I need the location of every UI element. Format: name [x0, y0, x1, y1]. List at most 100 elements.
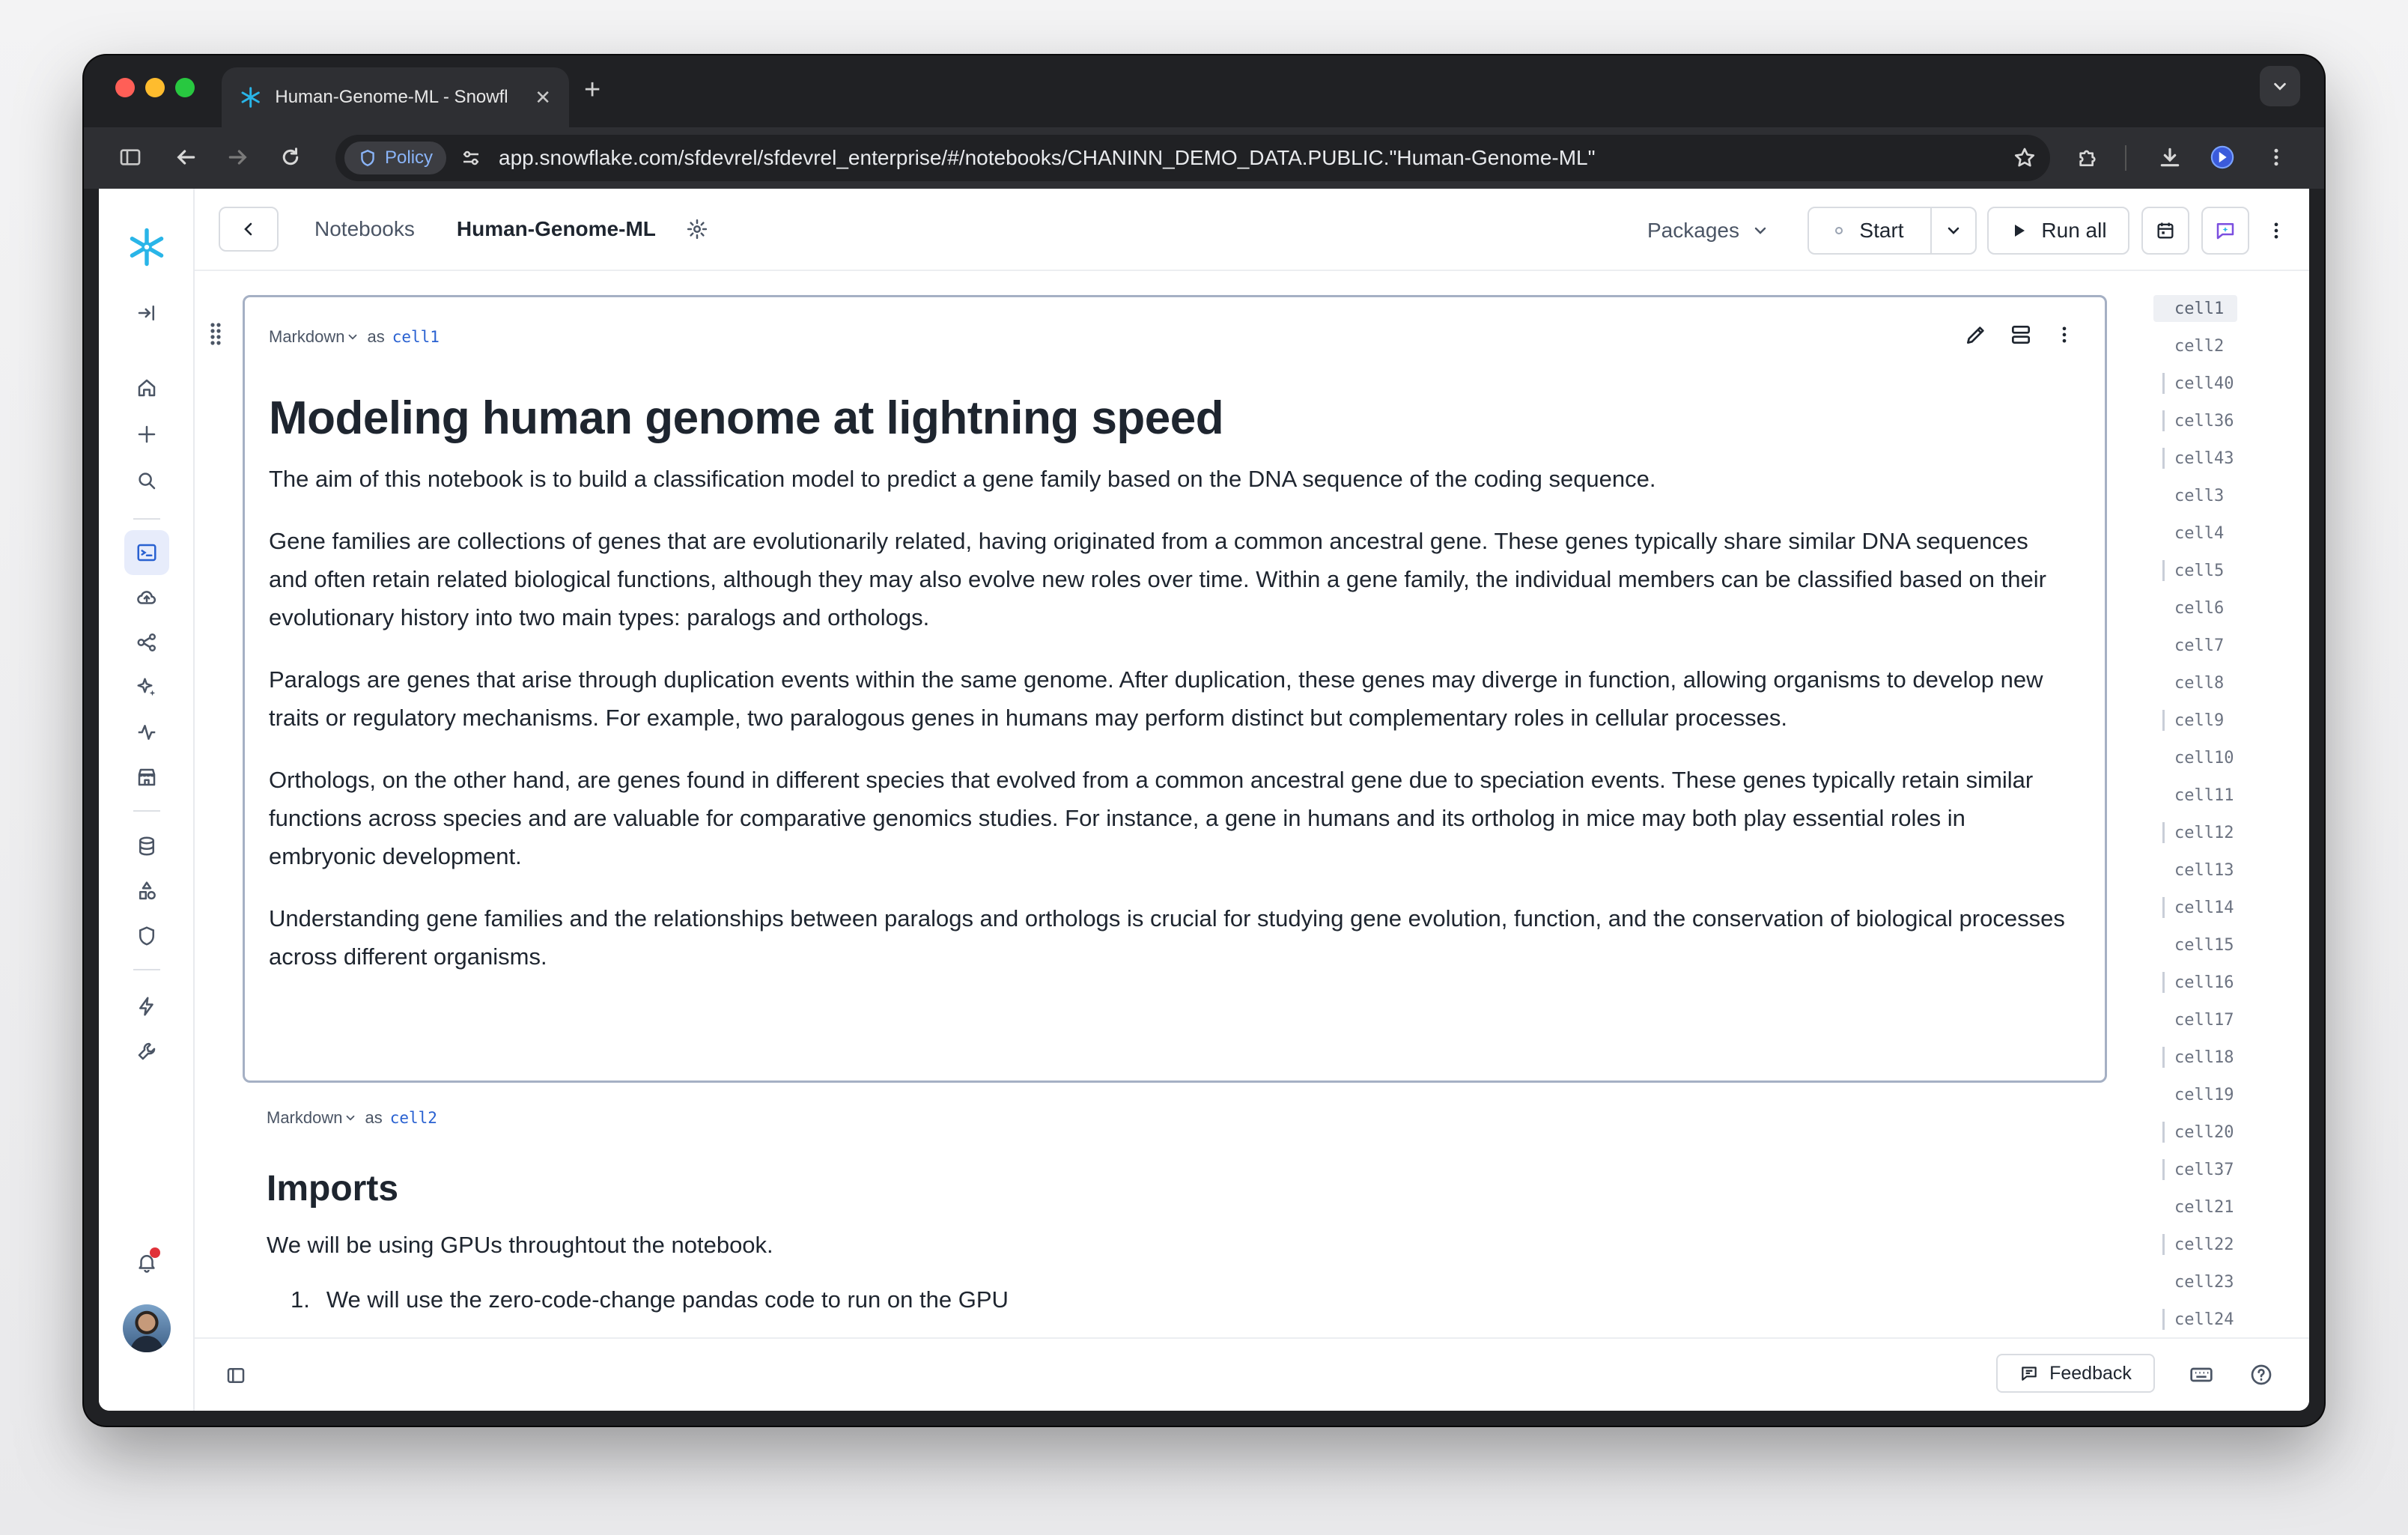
- nav-cortex[interactable]: [124, 665, 169, 710]
- packages-dropdown[interactable]: Packages: [1647, 210, 1769, 252]
- downloads-button[interactable]: [2153, 141, 2186, 174]
- nav-projects[interactable]: [124, 530, 169, 575]
- browser-menu-button[interactable]: [2260, 141, 2293, 174]
- outline-item-cell10[interactable]: cell10: [2153, 744, 2234, 771]
- cell-type-dropdown[interactable]: Markdown: [267, 1108, 342, 1128]
- plus-icon: [138, 425, 156, 443]
- nav-search[interactable]: [124, 458, 169, 503]
- markdown-cell[interactable]: Markdown as cell1 Modeling human genome …: [243, 295, 2107, 1083]
- cell-type-dropdown[interactable]: Markdown: [269, 327, 344, 347]
- outline-item-cell40[interactable]: cell40: [2153, 370, 2234, 397]
- outline-item-cell7[interactable]: cell7: [2153, 632, 2224, 659]
- nav-create[interactable]: [124, 412, 169, 457]
- expand-nav-button[interactable]: [124, 291, 169, 335]
- breadcrumb-notebooks[interactable]: Notebooks: [314, 217, 415, 241]
- back-to-notebooks-button[interactable]: [219, 207, 279, 252]
- help-icon[interactable]: [2249, 1363, 2273, 1387]
- outline-item-cell23[interactable]: cell23: [2153, 1268, 2234, 1295]
- outline-item-cell37[interactable]: cell37: [2153, 1156, 2234, 1183]
- nav-compute[interactable]: [124, 984, 169, 1029]
- start-button[interactable]: Start: [1807, 207, 1932, 255]
- outline-item-cell11[interactable]: cell11: [2153, 782, 2234, 809]
- address-bar[interactable]: Policy app.snowflake.com/sfdevrel/sfdevr…: [335, 135, 2050, 181]
- forward-button[interactable]: [222, 141, 255, 174]
- outline-item-cell19[interactable]: cell19: [2153, 1081, 2234, 1108]
- panel-toggle-icon[interactable]: [225, 1364, 247, 1387]
- nav-home[interactable]: [124, 365, 169, 410]
- nav-ai-ml[interactable]: [124, 620, 169, 665]
- shapes-icon: [139, 881, 156, 900]
- nav-data-products[interactable]: [124, 575, 169, 620]
- list-number: 1.: [291, 1286, 310, 1313]
- notebook-menu-button[interactable]: [2261, 210, 2291, 252]
- markdown-cell[interactable]: Markdown as cell2 Imports We will be usi…: [267, 1108, 2064, 1319]
- site-settings-icon[interactable]: [460, 147, 482, 169]
- cell-name[interactable]: cell1: [392, 328, 440, 346]
- snowflake-logo[interactable]: [123, 223, 171, 271]
- outline-item-cell13[interactable]: cell13: [2153, 857, 2234, 884]
- activity-icon: [138, 725, 156, 740]
- outline-item-cell17[interactable]: cell17: [2153, 1006, 2234, 1033]
- play-icon: [2015, 225, 2025, 237]
- more-vertical-icon[interactable]: [2054, 324, 2075, 345]
- outline-item-cell18[interactable]: cell18: [2153, 1044, 2234, 1071]
- avatar[interactable]: [123, 1304, 171, 1352]
- feedback-button[interactable]: Feedback: [1996, 1354, 2155, 1393]
- notifications-button[interactable]: [124, 1240, 169, 1285]
- sidebar-toggle-button[interactable]: [114, 141, 147, 174]
- back-button[interactable]: [169, 141, 202, 174]
- tab-search-button[interactable]: [2260, 66, 2300, 106]
- keyboard-icon[interactable]: [2189, 1363, 2213, 1387]
- outline-item-cell24[interactable]: cell24: [2153, 1306, 2234, 1333]
- new-tab-button[interactable]: +: [584, 73, 601, 106]
- start-label: Start: [1859, 219, 1904, 242]
- cell-name[interactable]: cell2: [390, 1109, 437, 1127]
- extensions-button[interactable]: [2071, 141, 2104, 174]
- outline-item-cell14[interactable]: cell14: [2153, 894, 2234, 921]
- cell-outline: cell1 cell2 cell40 cell36 cell43 cell3 cell4 ce…: [2129, 271, 2309, 1337]
- close-window-button[interactable]: [115, 78, 135, 97]
- nav-monitoring[interactable]: [124, 710, 169, 755]
- run-all-button[interactable]: Run all: [1987, 207, 2129, 255]
- schedule-button[interactable]: [2141, 207, 2189, 255]
- outline-item-cell22[interactable]: cell22: [2153, 1231, 2234, 1258]
- outline-item-cell36[interactable]: cell36: [2153, 407, 2234, 434]
- outline-item-cell8[interactable]: cell8: [2153, 669, 2224, 696]
- bookmark-star-icon[interactable]: [2013, 146, 2037, 170]
- profile-extension-button[interactable]: [2206, 141, 2239, 174]
- browser-tab[interactable]: Human-Genome-ML - Snowfl ✕: [222, 67, 569, 127]
- outline-item-cell3[interactable]: cell3: [2153, 482, 2224, 509]
- nav-admin[interactable]: [124, 1029, 169, 1074]
- pencil-edit-icon[interactable]: [1964, 323, 1988, 347]
- settings-gear-icon[interactable]: [686, 218, 708, 240]
- outline-item-cell1[interactable]: cell1: [2153, 295, 2237, 322]
- notebook-title[interactable]: Human-Genome-ML: [457, 217, 656, 241]
- policy-badge[interactable]: Policy: [344, 142, 447, 174]
- nav-governance[interactable]: [124, 914, 169, 958]
- outline-item-cell2[interactable]: cell2: [2153, 332, 2224, 359]
- outline-item-cell43[interactable]: cell43: [2153, 445, 2234, 472]
- nav-horizon[interactable]: [124, 869, 169, 914]
- outline-item-cell20[interactable]: cell20: [2153, 1119, 2234, 1146]
- outline-item-cell6[interactable]: cell6: [2153, 595, 2224, 621]
- minimize-window-button[interactable]: [145, 78, 165, 97]
- reload-button[interactable]: [274, 141, 307, 174]
- sparkle-icon: [137, 678, 156, 696]
- copilot-button[interactable]: [2201, 207, 2249, 255]
- close-tab-icon[interactable]: ✕: [535, 86, 551, 109]
- outline-item-cell12[interactable]: cell12: [2153, 819, 2234, 846]
- outline-item-cell21[interactable]: cell21: [2153, 1194, 2234, 1221]
- outline-item-cell5[interactable]: cell5: [2153, 557, 2224, 584]
- paragraph: We will be using GPUs throughtout the no…: [267, 1232, 773, 1258]
- outline-item-cell4[interactable]: cell4: [2153, 520, 2224, 547]
- zoom-window-button[interactable]: [175, 78, 195, 97]
- outline-item-cell16[interactable]: cell16: [2153, 969, 2234, 996]
- outline-item-cell15[interactable]: cell15: [2153, 931, 2234, 958]
- start-options-button[interactable]: [1930, 207, 1977, 255]
- drag-handle[interactable]: [208, 322, 223, 350]
- outline-item-cell9[interactable]: cell9: [2153, 707, 2224, 734]
- collapse-cell-icon[interactable]: [2009, 323, 2033, 347]
- nav-marketplace[interactable]: [124, 755, 169, 800]
- nav-data[interactable]: [124, 824, 169, 869]
- snowflake-logo-icon: [130, 228, 164, 267]
